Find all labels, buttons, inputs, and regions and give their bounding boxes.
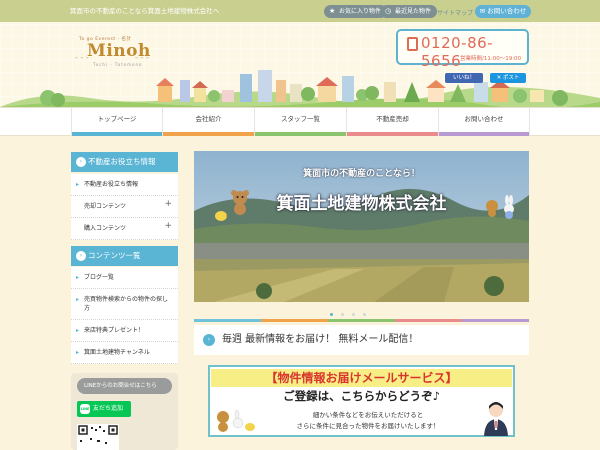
line-contact-box: LINEからのお問合せはこちら LINE 友だち追加 <box>71 373 178 450</box>
nav-item-contact[interactable]: お問い合わせ <box>439 108 530 136</box>
bird-mascot-icon <box>215 211 228 221</box>
animal-mascots-icon <box>217 409 255 432</box>
line-add-friend-button[interactable]: LINE 友だち追加 <box>77 401 131 417</box>
like-label: いいね！ <box>452 75 475 81</box>
nav-label: お問い合わせ <box>464 115 504 123</box>
global-nav: トップページ 会社紹介 スタッフ一覧 不動産売却 お問い合わせ <box>0 107 600 136</box>
nav-color-bar <box>255 132 346 136</box>
star-icon: ★ <box>329 7 336 15</box>
arrow-right-icon: ▸ <box>76 181 80 188</box>
monkey-mascot-icon <box>486 200 498 217</box>
banner-text-line2: さらに条件に見合った物件をお届けいたします！ <box>296 422 440 430</box>
sidebar-item-channel[interactable]: ▸ 箕面土地建物チャンネル <box>71 342 178 364</box>
sidebar-item-sell-contents[interactable]: 売却コンテンツ + <box>71 196 178 218</box>
x-post-button[interactable]: ✕ ポスト <box>490 73 526 83</box>
plus-icon[interactable]: + <box>164 200 172 209</box>
slider-dot[interactable] <box>330 313 333 316</box>
bear-mascot-icon <box>231 190 249 215</box>
contact-button[interactable]: ✉ お問い合わせ <box>475 5 531 18</box>
sidebar-heading-label: 不動産お役立ち情報 <box>88 157 156 166</box>
banner-text-line1: 細かい条件などをお伝えいただけると <box>312 411 424 419</box>
sidebar-item-present[interactable]: ▸ 来店特典プレゼント！ <box>71 320 178 342</box>
sitemap-link[interactable]: サイトマップ <box>437 8 473 17</box>
sidebar-item-buy-contents[interactable]: 購入コンテンツ + <box>71 218 178 240</box>
logo-sub-text: Tochi · Tatemono <box>93 62 143 67</box>
phone-box[interactable]: 0120-86-5656 営業時間/11:00～19:00 <box>396 29 529 70</box>
nav-label: 不動産売却 <box>376 115 409 123</box>
x-icon: ✕ <box>496 75 502 81</box>
clock-icon: ◷ <box>385 7 392 15</box>
mail-info-heading-label: 毎週 最新情報をお届け！ 無料メール配信！ <box>222 334 419 345</box>
nav-color-bar <box>439 132 529 136</box>
chevron-right-icon: › <box>203 334 215 346</box>
mail-icon: ✉ <box>479 7 486 15</box>
nav-item-top[interactable]: トップページ <box>71 108 163 136</box>
contact-label: お問い合わせ <box>487 7 527 15</box>
sidebar-list-contents: ▸ ブログ一覧 ▸ 売買物件検索からの物件の探し方 ▸ 来店特典プレゼント！ ▸… <box>71 267 178 364</box>
sidebar-item-label: ブログ一覧 <box>84 274 115 281</box>
color-stripe <box>194 319 529 322</box>
sidebar-item-blog[interactable]: ▸ ブログ一覧 <box>71 267 178 289</box>
banner-title: 【物件情報お届けメールサービス】 <box>211 369 512 387</box>
arrow-right-icon: ▸ <box>76 349 80 356</box>
history-button[interactable]: ◷ 最近見た物件 <box>380 5 438 18</box>
staff-person-icon <box>484 402 508 436</box>
nav-color-bar <box>347 132 438 136</box>
nav-label: トップページ <box>97 115 137 123</box>
chevron-right-icon: › <box>76 251 86 261</box>
nav-item-company[interactable]: 会社紹介 <box>163 108 255 136</box>
hero-subtitle: 箕面市の不動産のことなら！ <box>303 169 420 179</box>
nav-item-sell[interactable]: 不動産売却 <box>347 108 439 136</box>
phone-icon <box>407 37 418 51</box>
slider-dot[interactable] <box>352 313 355 316</box>
sidebar-heading-label: コンテンツ一覧 <box>88 251 141 260</box>
arrow-right-icon: ▸ <box>76 296 80 303</box>
nav-label: 会社紹介 <box>195 115 222 123</box>
top-bar: 箕面市の不動産のことなら箕面土地建物株式会社へ ★ お気に入り物件 ◷ 最近見た物件… <box>0 0 600 22</box>
qr-code-icon <box>77 424 119 450</box>
sidebar-item-label: 購入コンテンツ <box>84 225 127 232</box>
phone-number: 0120-86-5656 <box>421 34 494 70</box>
sidebar-item-label: 不動産お役立ち情報 <box>84 181 139 188</box>
line-contact-text: LINEからのお問合せはこちら <box>77 378 172 394</box>
sidebar-heading-info: › 不動産お役立ち情報 <box>71 152 178 172</box>
sidebar-item-info[interactable]: ▸ 不動産お役立ち情報 <box>71 174 178 196</box>
slider-dot[interactable] <box>363 313 366 316</box>
business-hours: 営業時間/11:00～19:00 <box>460 56 522 62</box>
slider-dot[interactable] <box>341 313 344 316</box>
sidebar-item-label: 来店特典プレゼント！ <box>84 327 145 334</box>
post-label: ポスト <box>502 75 520 81</box>
nav-item-staff[interactable]: スタッフ一覧 <box>255 108 347 136</box>
hero-slider[interactable]: 箕面市の不動産のことなら！ 箕面土地建物株式会社 <box>194 151 529 302</box>
sidebar-item-label: 箕面土地建物チャンネル <box>84 349 150 356</box>
sidebar-item-search-guide[interactable]: ▸ 売買物件検索からの物件の探し方 <box>71 289 178 320</box>
nav-color-bar <box>72 132 162 136</box>
arrow-right-icon: ▸ <box>76 274 80 281</box>
nav-color-bar <box>163 132 254 136</box>
site-tagline: 箕面市の不動産のことなら箕面土地建物株式会社へ <box>70 7 220 15</box>
sidebar-list-info: ▸ 不動産お役立ち情報 売却コンテンツ + 購入コンテンツ + <box>71 174 178 240</box>
line-add-label: 友だち追加 <box>93 405 124 412</box>
rabbit-mascot-icon <box>504 195 514 219</box>
sidebar-item-label: 売却コンテンツ <box>84 203 127 210</box>
site-header: 箕面市の不動産のことなら箕面土地建物株式会社へ ★ お気に入り物件 ◷ 最近見た物件… <box>0 0 600 107</box>
history-label: 最近見た物件 <box>395 8 432 15</box>
arrow-right-icon: ▸ <box>76 327 80 334</box>
sidebar-item-label: 売買物件検索からの物件の探し方 <box>84 296 169 312</box>
facebook-like-button[interactable]: いいね！ <box>445 73 483 83</box>
line-logo-icon: LINE <box>80 404 90 414</box>
chevron-right-icon: › <box>76 157 86 167</box>
banner-subtitle: ご登録は、こちらからどうぞ♪ <box>283 389 440 403</box>
slider-dots <box>330 309 390 316</box>
favorites-label: お気に入り物件 <box>339 8 382 15</box>
mail-service-banner[interactable]: 【物件情報お届けメールサービス】 ご登録は、こちらからどうぞ♪ 細かい条件などを… <box>208 365 515 437</box>
plus-icon[interactable]: + <box>164 222 172 231</box>
nav-label: スタッフ一覧 <box>281 115 320 123</box>
site-logo[interactable]: To go Everest · 名計 - - - Minoh - - - Toc… <box>75 36 153 68</box>
logo-dash-right: - - - <box>135 53 149 62</box>
sidebar-heading-contents: › コンテンツ一覧 <box>71 246 178 266</box>
favorites-button[interactable]: ★ お気に入り物件 <box>324 5 388 18</box>
mail-info-heading: › 毎週 最新情報をお届け！ 無料メール配信！ <box>194 325 529 355</box>
